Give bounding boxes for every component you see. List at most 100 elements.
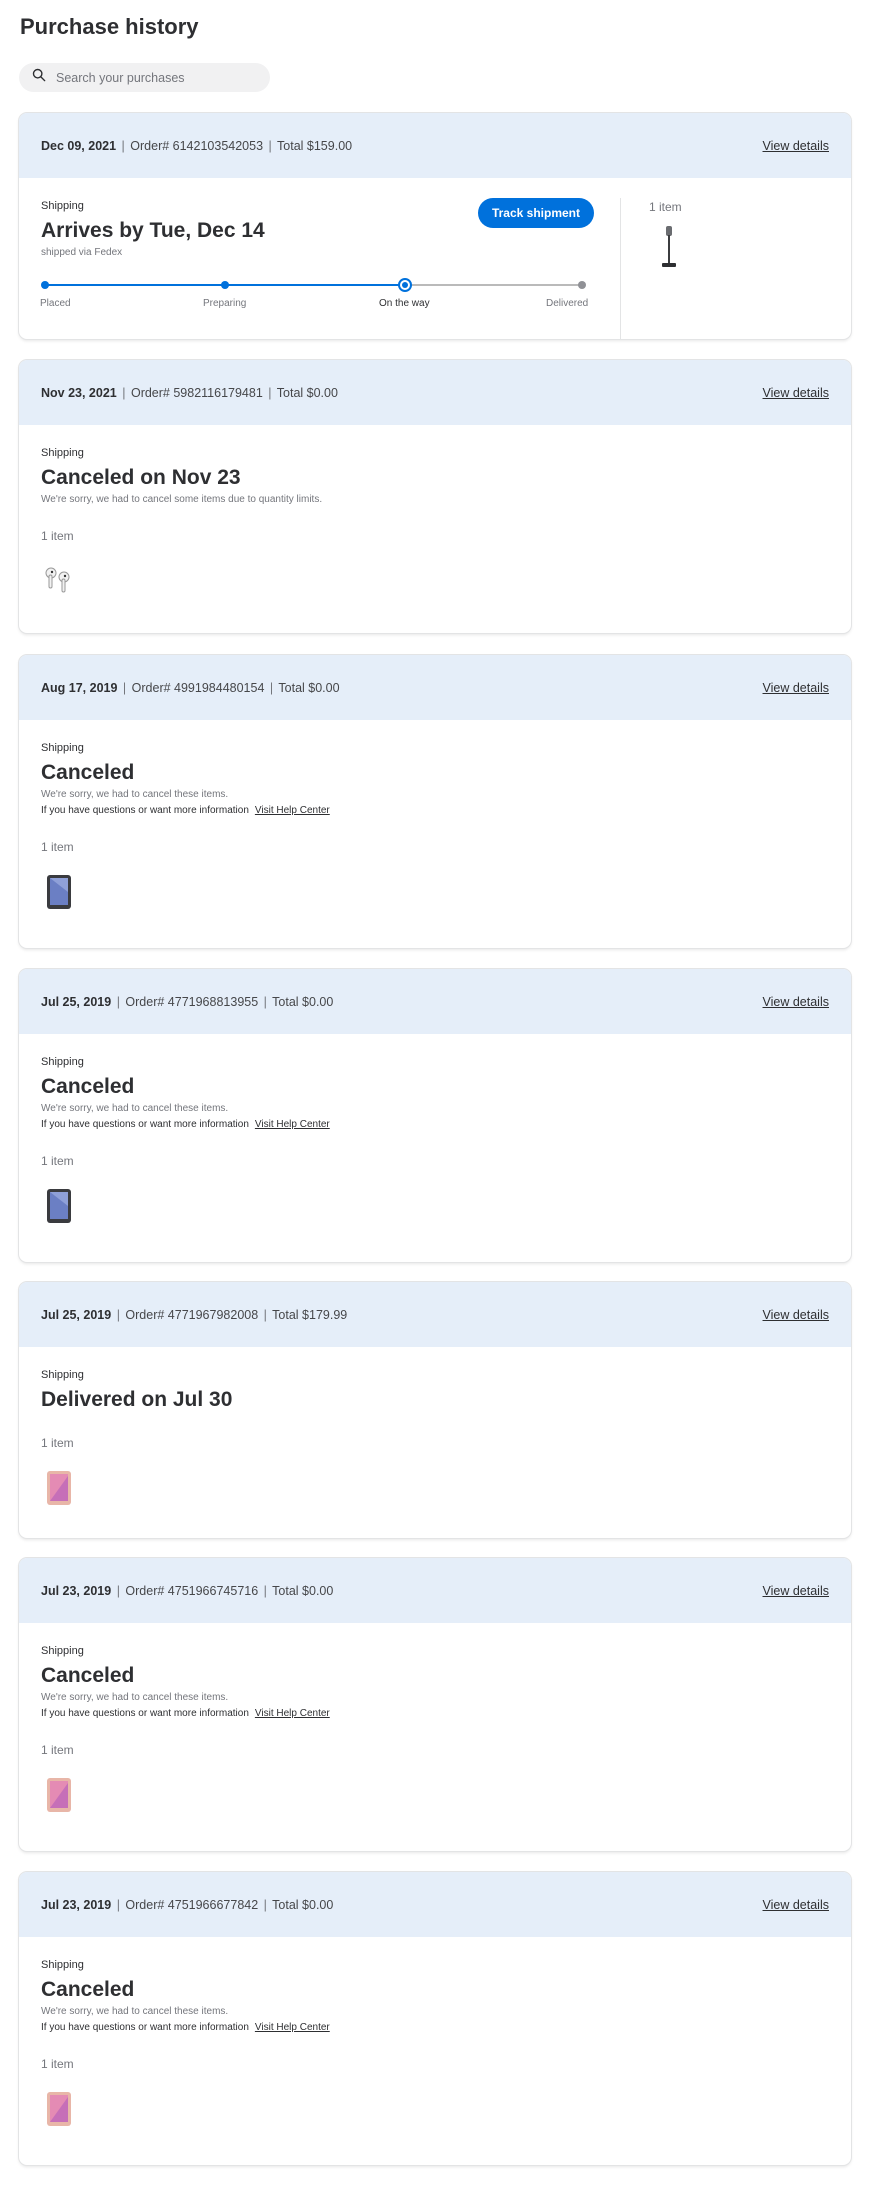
order-body: Shipping Delivered on Jul 30 1 item [19, 1347, 851, 1508]
progress-tracker: Placed Preparing On the way Delivered [40, 278, 589, 320]
track-shipment-button[interactable]: Track shipment [477, 198, 594, 228]
help-line: If you have questions or want more infor… [41, 1708, 829, 1719]
tablet-rose-icon[interactable] [41, 1775, 77, 1815]
view-details-link[interactable]: View details [763, 1584, 829, 1598]
order-date: Aug 17, 2019 [41, 680, 118, 695]
shipping-label: Shipping [41, 447, 84, 459]
shipping-label: Shipping [41, 1369, 84, 1381]
order-date: Jul 25, 2019 [41, 994, 112, 1009]
shipping-label: Shipping [41, 1056, 84, 1068]
cancel-note: We're sorry, we had to cancel these item… [41, 789, 229, 801]
item-count: 1 item [41, 1154, 74, 1169]
order-date: Dec 09, 2021 [41, 138, 117, 153]
order-header: Dec 09, 2021 | Order# 6142103542053 | To… [19, 113, 851, 178]
step-label: Delivered [546, 298, 589, 310]
help-text: If you have questions or want more infor… [41, 1119, 249, 1131]
help-center-link[interactable]: Visit Help Center [255, 1708, 330, 1719]
shipping-label: Shipping [41, 1959, 84, 1971]
order-number: Order# 6142103542053 [130, 138, 264, 153]
order-body: Shipping Canceled We're sorry, we had to… [19, 720, 851, 912]
order-number: Order# 4771968813955 [125, 994, 259, 1009]
order-header: Jul 25, 2019 | Order# 4771968813955 | To… [19, 969, 851, 1034]
search-bar[interactable] [19, 63, 270, 92]
order-total: Total $0.00 [272, 994, 334, 1009]
order-date: Jul 23, 2019 [41, 1897, 112, 1912]
order-body: Shipping Arrives by Tue, Dec 14 shipped … [19, 178, 851, 339]
shipping-label: Shipping [41, 1645, 84, 1657]
order-header: Jul 23, 2019 | Order# 4751966745716 | To… [19, 1558, 851, 1623]
order-status: Canceled [41, 761, 135, 784]
page-title: Purchase history [20, 14, 199, 39]
search-input[interactable] [56, 70, 256, 85]
order-card: Jul 23, 2019 | Order# 4751966745716 | To… [19, 1558, 851, 1851]
item-count: 1 item [41, 529, 74, 544]
order-body: Shipping Canceled We're sorry, we had to… [19, 1937, 851, 2129]
view-details-link[interactable]: View details [763, 681, 829, 695]
order-card: Aug 17, 2019 | Order# 4991984480154 | To… [19, 655, 851, 948]
earbuds-icon[interactable] [41, 561, 77, 601]
order-total: Total $179.99 [272, 1307, 348, 1322]
divider [620, 198, 621, 339]
order-status: Canceled [41, 1075, 135, 1098]
order-card: Jul 25, 2019 | Order# 4771968813955 | To… [19, 969, 851, 1262]
order-total: Total $0.00 [272, 1897, 334, 1912]
step-delivered-dot [578, 281, 586, 290]
stick-vacuum-icon[interactable] [661, 226, 682, 275]
order-status: Arrives by Tue, Dec 14 [41, 219, 265, 242]
order-total: Total $159.00 [277, 138, 353, 153]
view-details-link[interactable]: View details [763, 139, 829, 153]
cancel-note: We're sorry, we had to cancel these item… [41, 2006, 229, 2018]
order-body: Shipping Canceled We're sorry, we had to… [19, 1623, 851, 1815]
order-status: Canceled [41, 1978, 135, 2001]
order-status: Canceled [41, 1664, 135, 1687]
order-header: Aug 17, 2019 | Order# 4991984480154 | To… [19, 655, 851, 720]
help-center-link[interactable]: Visit Help Center [255, 805, 330, 816]
order-items: 1 item [649, 200, 682, 275]
help-center-link[interactable]: Visit Help Center [255, 1119, 330, 1130]
help-center-link[interactable]: Visit Help Center [255, 2022, 330, 2033]
help-text: If you have questions or want more infor… [41, 2022, 249, 2034]
item-count: 1 item [41, 1436, 74, 1451]
order-header: Jul 25, 2019 | Order# 4771967982008 | To… [19, 1282, 851, 1347]
order-date: Jul 25, 2019 [41, 1307, 112, 1322]
item-count: 1 item [649, 200, 682, 214]
order-header: Nov 23, 2021 | Order# 5982116179481 | To… [19, 360, 851, 425]
search-icon [32, 68, 46, 87]
order-number: Order# 4751966745716 [125, 1583, 259, 1598]
view-details-link[interactable]: View details [763, 386, 829, 400]
tablet-gray-icon[interactable] [41, 1186, 77, 1226]
order-number: Order# 4751966677842 [125, 1897, 259, 1912]
step-label: On the way [379, 298, 430, 310]
order-number: Order# 5982116179481 [130, 385, 263, 400]
cancel-note: We're sorry, we had to cancel these item… [41, 1692, 229, 1704]
step-placed-dot [41, 281, 49, 290]
item-count: 1 item [41, 2057, 74, 2072]
step-label: Placed [40, 298, 71, 310]
order-card: Dec 09, 2021 | Order# 6142103542053 | To… [19, 113, 851, 339]
help-line: If you have questions or want more infor… [41, 1119, 829, 1130]
tablet-gray-icon[interactable] [41, 872, 77, 912]
cancel-note: We're sorry, we had to cancel some items… [41, 494, 323, 506]
order-total: Total $0.00 [272, 1583, 334, 1598]
help-text: If you have questions or want more infor… [41, 1708, 249, 1720]
order-total: Total $0.00 [276, 385, 338, 400]
order-body: Shipping Canceled We're sorry, we had to… [19, 1034, 851, 1226]
order-status: Canceled on Nov 23 [41, 466, 241, 489]
tablet-rose-icon[interactable] [41, 2089, 77, 2129]
help-text: If you have questions or want more infor… [41, 805, 249, 817]
step-current-dot [398, 278, 412, 293]
view-details-link[interactable]: View details [763, 1308, 829, 1322]
shipping-label: Shipping [41, 742, 84, 754]
step-label: Preparing [203, 298, 247, 310]
step-preparing-dot [221, 281, 229, 290]
view-details-link[interactable]: View details [763, 995, 829, 1009]
view-details-link[interactable]: View details [763, 1898, 829, 1912]
order-body: Shipping Canceled on Nov 23 We're sorry,… [19, 425, 851, 601]
order-date: Jul 23, 2019 [41, 1583, 112, 1598]
order-card: Nov 23, 2021 | Order# 5982116179481 | To… [19, 360, 851, 633]
order-card: Jul 23, 2019 | Order# 4751966677842 | To… [19, 1872, 851, 2165]
tablet-rose-icon[interactable] [41, 1468, 77, 1508]
item-count: 1 item [41, 1743, 74, 1758]
shipping-label: Shipping [41, 200, 84, 212]
order-header: Jul 23, 2019 | Order# 4751966677842 | To… [19, 1872, 851, 1937]
